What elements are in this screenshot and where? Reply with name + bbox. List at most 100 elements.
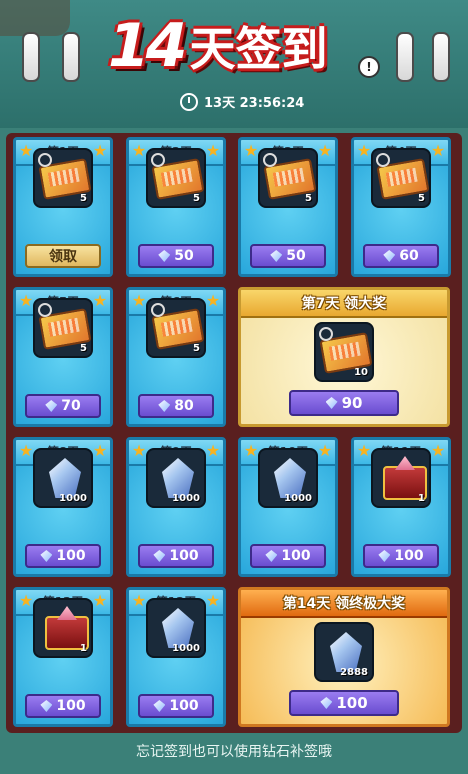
binder-ring-right-1 xyxy=(396,32,414,82)
button-label: 100 xyxy=(394,548,424,564)
makeup-sign-button[interactable]: 100 xyxy=(138,544,214,568)
diamond-icon xyxy=(45,400,58,412)
makeup-sign-button[interactable]: 70 xyxy=(25,394,101,418)
day-card-2[interactable]: ★第2天★550 xyxy=(126,137,226,277)
star-icon: ★ xyxy=(92,141,108,160)
day-card-12[interactable]: ★第12天★1100 xyxy=(13,587,113,727)
star-icon: ★ xyxy=(430,141,446,160)
diamond-icon xyxy=(265,550,278,562)
reward-count: 5 xyxy=(305,193,312,204)
crystal-icon xyxy=(274,458,306,498)
button-label: 90 xyxy=(341,394,363,412)
makeup-sign-button[interactable]: 100 xyxy=(250,544,326,568)
day-card-1[interactable]: ★第1天★5领取 xyxy=(13,137,113,277)
binder-ring-left-1 xyxy=(22,32,40,82)
star-icon: ★ xyxy=(317,441,333,460)
day-card-11[interactable]: ★第11天★1100 xyxy=(351,437,451,577)
button-label: 100 xyxy=(281,548,311,564)
makeup-sign-button[interactable]: 100 xyxy=(289,690,399,716)
makeup-sign-button[interactable]: 100 xyxy=(363,544,439,568)
countdown-timer: 13天 23:56:24 xyxy=(180,92,304,111)
binder-ring-left-2 xyxy=(62,32,80,82)
makeup-sign-button[interactable]: 50 xyxy=(138,244,214,268)
reward-count: 5 xyxy=(80,193,87,204)
day-card-8[interactable]: ★第8天★1000100 xyxy=(13,437,113,577)
reward-slot: 1 xyxy=(371,448,431,508)
reward-slot: 1000 xyxy=(146,598,206,658)
diamond-icon xyxy=(325,397,338,409)
star-icon: ★ xyxy=(430,441,446,460)
makeup-sign-button[interactable]: 100 xyxy=(138,694,214,718)
day-label: 第14天 领终极大奖 xyxy=(282,596,406,612)
makeup-sign-button[interactable]: 100 xyxy=(25,544,101,568)
reward-count: 5 xyxy=(193,343,200,354)
reward-slot: 10 xyxy=(314,322,374,382)
button-label: 50 xyxy=(286,248,306,264)
button-label: 100 xyxy=(169,548,199,564)
star-icon: ★ xyxy=(92,441,108,460)
reward-count: 1 xyxy=(418,493,425,504)
reward-count: 5 xyxy=(80,343,87,354)
day-card-13[interactable]: ★第13天★1000100 xyxy=(126,587,226,727)
diamond-icon xyxy=(378,550,391,562)
binder-ring-right-2 xyxy=(432,32,450,82)
reward-count: 1000 xyxy=(172,643,200,654)
footer-hint: 忘记签到也可以使用钻石补签哦 xyxy=(136,744,332,760)
reward-count: 5 xyxy=(418,193,425,204)
day-card-4[interactable]: ★第4天★560 xyxy=(351,137,451,277)
day-card-10[interactable]: ★第10天★1000100 xyxy=(238,437,338,577)
diamond-icon xyxy=(153,700,166,712)
timed-clock-icon xyxy=(151,303,165,317)
day-card-14[interactable]: 第14天 领终极大奖 2888 100 xyxy=(238,587,450,727)
button-label: 70 xyxy=(61,398,81,414)
day-card-5[interactable]: ★第5天★570 xyxy=(13,287,113,427)
diamond-icon xyxy=(40,550,53,562)
diamond-icon xyxy=(320,697,333,709)
day-header: 第7天 领大奖 xyxy=(241,290,447,318)
reward-slot: 1000 xyxy=(146,448,206,508)
reward-slot: 5 xyxy=(146,148,206,208)
timed-clock-icon xyxy=(376,153,390,167)
button-label: 50 xyxy=(174,248,194,264)
day-card-7[interactable]: 第7天 领大奖 10 90 xyxy=(238,287,450,427)
button-label: 60 xyxy=(399,248,419,264)
star-icon: ★ xyxy=(205,591,221,610)
crystal-icon xyxy=(162,458,194,498)
page-title: 14 天签到 xyxy=(108,10,328,82)
diamond-icon xyxy=(158,250,171,262)
timed-clock-icon xyxy=(38,153,52,167)
star-icon: ★ xyxy=(205,141,221,160)
makeup-sign-button[interactable]: 90 xyxy=(289,390,399,416)
diamond-icon xyxy=(153,550,166,562)
info-icon[interactable]: ! xyxy=(358,56,380,78)
reward-slot: 5 xyxy=(258,148,318,208)
day-header: 第14天 领终极大奖 xyxy=(241,590,447,618)
reward-count: 5 xyxy=(193,193,200,204)
button-label: 100 xyxy=(169,698,199,714)
reward-count: 1000 xyxy=(172,493,200,504)
reward-slot: 5 xyxy=(33,298,93,358)
day-label: 第7天 领大奖 xyxy=(301,296,387,312)
makeup-sign-button[interactable]: 80 xyxy=(138,394,214,418)
star-icon: ★ xyxy=(205,291,221,310)
timed-clock-icon xyxy=(263,153,277,167)
day-card-6[interactable]: ★第6天★580 xyxy=(126,287,226,427)
star-icon: ★ xyxy=(205,441,221,460)
diamond-icon xyxy=(158,400,171,412)
reward-slot: 5 xyxy=(33,148,93,208)
reward-count: 1000 xyxy=(59,493,87,504)
day-card-3[interactable]: ★第3天★550 xyxy=(238,137,338,277)
reward-count: 10 xyxy=(354,367,368,378)
clock-icon xyxy=(180,92,198,111)
reward-slot: 2888 xyxy=(314,622,374,682)
timer-text: 13天 23:56:24 xyxy=(204,96,305,111)
reward-slot: 5 xyxy=(146,298,206,358)
button-label: 100 xyxy=(336,694,368,712)
claim-button[interactable]: 领取 xyxy=(25,244,101,268)
day-card-9[interactable]: ★第9天★1000100 xyxy=(126,437,226,577)
makeup-sign-button[interactable]: 50 xyxy=(250,244,326,268)
timed-clock-icon xyxy=(151,153,165,167)
makeup-sign-button[interactable]: 60 xyxy=(363,244,439,268)
reward-slot: 5 xyxy=(371,148,431,208)
makeup-sign-button[interactable]: 100 xyxy=(25,694,101,718)
